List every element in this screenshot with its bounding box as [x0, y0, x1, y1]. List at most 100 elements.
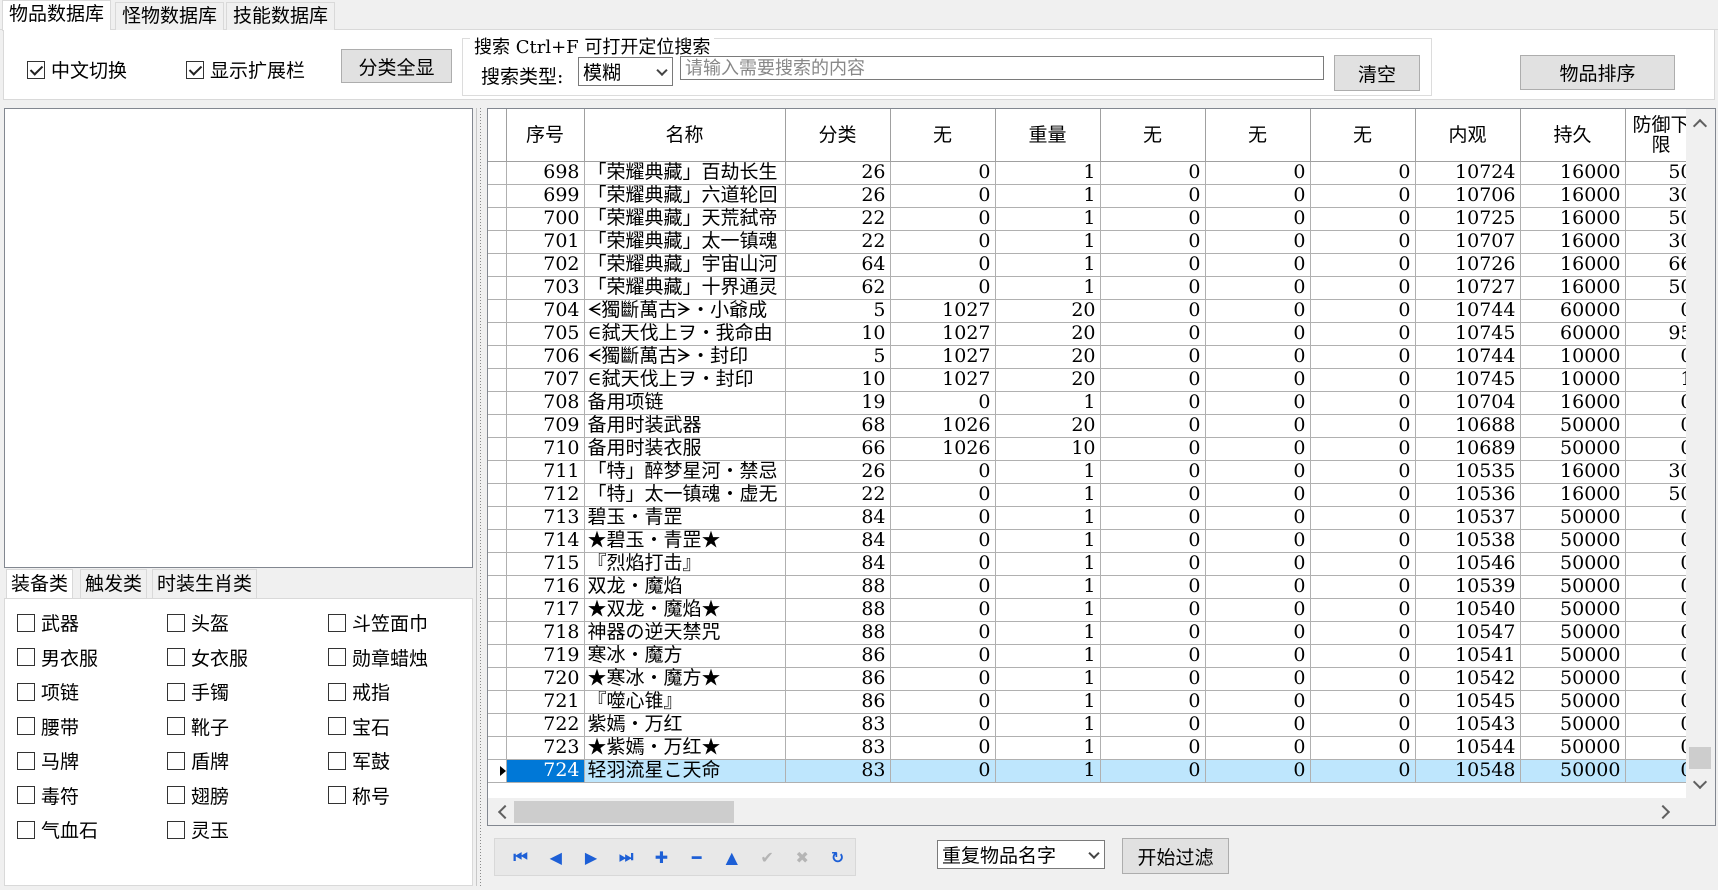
table-cell[interactable]: 66 [785, 437, 891, 461]
table-cell[interactable]: 720 [506, 667, 585, 691]
table-cell[interactable]: 0 [1100, 230, 1206, 254]
category-checkbox[interactable]: 翅膀 [167, 782, 229, 809]
table-cell[interactable]: 1 [995, 253, 1101, 277]
table-cell[interactable]: 0 [1100, 690, 1206, 714]
table-cell[interactable]: 703 [506, 276, 585, 300]
checkbox-box[interactable] [17, 717, 35, 735]
table-cell[interactable]: 88 [785, 621, 891, 645]
last-record-button[interactable]: ⏭ [609, 842, 644, 872]
table-cell[interactable]: 0 [890, 667, 996, 691]
table-cell[interactable]: 1 [995, 575, 1101, 599]
table-cell[interactable]: 1 [995, 391, 1101, 415]
category-checkbox[interactable]: 腰带 [17, 713, 79, 740]
add-record-button[interactable]: ✚ [644, 842, 679, 872]
table-cell[interactable]: 20 [995, 322, 1101, 346]
table-cell[interactable]: 0 [1205, 460, 1311, 484]
table-cell[interactable]: 寒冰・魔方 [584, 644, 786, 668]
item-sort-button[interactable]: 物品排序 [1520, 55, 1675, 90]
table-cell[interactable]: 50000 [1520, 713, 1626, 737]
table-cell[interactable]: 碧玉・青罡 [584, 506, 786, 530]
scroll-left-arrow-icon[interactable] [497, 804, 513, 820]
start-filter-button[interactable]: 开始过滤 [1122, 838, 1229, 874]
row-header[interactable] [488, 253, 507, 277]
table-cell[interactable]: 「荣耀典藏」太一镇魂 [584, 230, 786, 254]
tab-equipment[interactable]: 装备类 [6, 569, 74, 599]
table-cell[interactable]: 716 [506, 575, 585, 599]
table-cell[interactable]: 10724 [1415, 161, 1521, 185]
table-cell[interactable]: 718 [506, 621, 585, 645]
checkbox-box[interactable] [186, 60, 204, 79]
table-row[interactable]: 706ᗕ獨斷萬古ᗒ・封印510272000010744100000 [488, 345, 1698, 369]
table-cell[interactable]: 712 [506, 483, 585, 507]
table-cell[interactable]: 紫嫣・万红 [584, 713, 786, 737]
table-cell[interactable]: 「荣耀典藏」六道轮回 [584, 184, 786, 208]
show-all-categories-button[interactable]: 分类全显 [341, 49, 452, 83]
tab-fashion-zodiac[interactable]: 时装生肖类 [152, 569, 258, 599]
checkbox-box[interactable] [17, 786, 35, 804]
table-cell[interactable]: 0 [1100, 552, 1206, 576]
table-cell[interactable]: 0 [1205, 552, 1311, 576]
scroll-up-arrow-icon[interactable] [1692, 118, 1708, 134]
table-cell[interactable]: 0 [1100, 460, 1206, 484]
row-header[interactable] [488, 299, 507, 323]
table-cell[interactable]: 22 [785, 483, 891, 507]
table-cell[interactable]: 721 [506, 690, 585, 714]
table-cell[interactable]: 719 [506, 644, 585, 668]
item-data-grid[interactable]: 序号 名称 分类无重量无无无内观 持久 防御下 限 698 「荣耀典藏」百劫长生 26 0 1 0… [487, 108, 1716, 826]
table-cell[interactable]: 64 [785, 253, 891, 277]
table-cell[interactable]: 1026 [890, 437, 996, 461]
category-checkbox[interactable]: 军鼓 [328, 747, 390, 774]
table-cell[interactable]: 「荣耀典藏」宇宙山河 [584, 253, 786, 277]
show-extension-checkbox[interactable]: 显示扩展栏 [186, 56, 305, 83]
table-cell[interactable]: 0 [1205, 483, 1311, 507]
table-cell[interactable]: 0 [1100, 621, 1206, 645]
table-cell[interactable]: 22 [785, 207, 891, 231]
table-cell[interactable]: 10000 [1520, 345, 1626, 369]
table-cell[interactable]: 83 [785, 759, 891, 783]
table-cell[interactable]: 0 [890, 690, 996, 714]
table-cell[interactable]: 62 [785, 276, 891, 300]
table-cell[interactable]: 0 [1100, 345, 1206, 369]
table-cell[interactable]: 711 [506, 460, 585, 484]
next-record-button[interactable]: ▶ [573, 842, 608, 872]
table-cell[interactable]: 10546 [1415, 552, 1521, 576]
column-header[interactable]: 无 [890, 109, 996, 162]
table-cell[interactable]: 0 [1310, 759, 1416, 783]
category-checkbox[interactable]: 女衣服 [167, 644, 248, 671]
table-row[interactable]: 708备用项链190100010704160000 [488, 391, 1698, 415]
edit-record-button[interactable]: ▲ [714, 842, 749, 872]
table-cell[interactable]: 1 [995, 736, 1101, 760]
table-cell[interactable]: 1 [995, 161, 1101, 185]
table-cell[interactable]: 『噬心锥』 [584, 690, 786, 714]
table-row[interactable]: 716双龙・魔焰880100010539500000 [488, 575, 1698, 599]
table-cell[interactable]: ★双龙・魔焰★ [584, 598, 786, 622]
table-cell[interactable]: 83 [785, 713, 891, 737]
table-cell[interactable]: 10540 [1415, 598, 1521, 622]
scroll-right-arrow-icon[interactable] [1655, 804, 1671, 820]
table-cell[interactable]: 723 [506, 736, 585, 760]
table-cell[interactable]: 5 [785, 345, 891, 369]
table-cell[interactable]: 50000 [1520, 690, 1626, 714]
table-cell[interactable]: 84 [785, 529, 891, 553]
category-checkbox[interactable]: 男衣服 [17, 644, 98, 671]
table-cell[interactable]: 10545 [1415, 690, 1521, 714]
table-row[interactable]: 722紫嫣・万红830100010543500000 [488, 713, 1698, 737]
table-cell[interactable]: 0 [890, 621, 996, 645]
category-checkbox[interactable]: 斗笠面巾 [328, 609, 428, 636]
table-cell[interactable]: 0 [1100, 667, 1206, 691]
table-cell[interactable]: 0 [1205, 161, 1311, 185]
checkbox-box[interactable] [27, 60, 45, 79]
table-cell[interactable]: 10706 [1415, 184, 1521, 208]
table-cell[interactable]: 10536 [1415, 483, 1521, 507]
column-header[interactable]: 分类 [785, 109, 891, 162]
table-cell[interactable]: 16000 [1520, 253, 1626, 277]
table-cell[interactable]: ★碧玉・青罡★ [584, 529, 786, 553]
table-cell[interactable]: 713 [506, 506, 585, 530]
table-cell[interactable]: 86 [785, 667, 891, 691]
table-cell[interactable]: 10544 [1415, 736, 1521, 760]
table-cell[interactable]: 10 [995, 437, 1101, 461]
table-cell[interactable]: 0 [890, 483, 996, 507]
table-cell[interactable]: 1027 [890, 368, 996, 392]
table-cell[interactable]: 10725 [1415, 207, 1521, 231]
table-cell[interactable]: 0 [890, 391, 996, 415]
